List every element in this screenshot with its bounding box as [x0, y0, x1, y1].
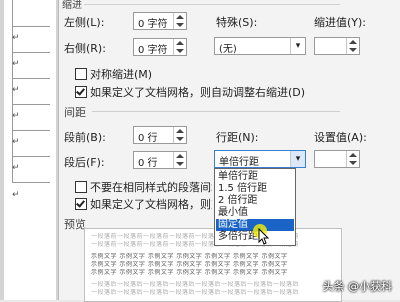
paragraph-mark-icon: ↵	[12, 59, 20, 69]
spinner-arrows[interactable]	[346, 38, 359, 54]
spinner-arrows[interactable]	[173, 152, 186, 168]
arrow-down-icon	[176, 23, 184, 27]
left-indent-spinner[interactable]: 0 字符	[133, 12, 187, 30]
line-spacing-label: 行距(N):	[216, 131, 259, 144]
special-indent-value: (无)	[219, 44, 237, 55]
preview-sample-text: 示例文字 示例文字 示例文字 示例文字 示例文字 示例文字 示例文字	[91, 253, 288, 260]
table-line	[12, 78, 50, 79]
arrow-down-icon	[349, 161, 357, 165]
mirror-indents-label: 对称缩进(M)	[90, 68, 153, 81]
no-space-checkbox[interactable]	[75, 181, 87, 193]
line-spacing-option[interactable]: 1.5 倍行距	[216, 183, 294, 195]
special-indent-select[interactable]: (无) ▾	[214, 37, 306, 55]
space-before-value: 0 行	[138, 133, 158, 144]
table-line	[12, 182, 50, 183]
arrow-up-icon	[349, 153, 357, 157]
right-indent-spinner[interactable]: 0 字符	[133, 38, 187, 56]
preview-previous-paragraph: 一段落前一段落前一段落前一段落前一段落前一段落前一段落前一段落前	[91, 241, 300, 248]
spacing-at-spinner[interactable]	[314, 150, 360, 168]
table-line	[12, 52, 50, 53]
spinner-arrows[interactable]	[173, 13, 186, 29]
line-spacing-option[interactable]: 最小值	[216, 207, 294, 219]
left-indent-value: 0 字符	[138, 19, 168, 30]
chevron-down-icon[interactable]: ▾	[290, 151, 305, 167]
preview-sample-text: 示例文字 示例文字 示例文字 示例文字 示例文字 示例文字 示例文字	[91, 261, 288, 268]
no-space-label: 不要在相同样式的段落间增加	[90, 181, 212, 194]
mouse-cursor-icon	[253, 224, 270, 245]
arrow-up-icon	[176, 15, 184, 19]
chevron-down-icon[interactable]: ▾	[290, 38, 305, 54]
spinner-arrows[interactable]	[346, 151, 359, 167]
preview-section-title: 预览	[64, 218, 86, 231]
space-before-spinner[interactable]: 0 行	[133, 126, 187, 144]
auto-adjust-checkbox[interactable]	[75, 86, 87, 98]
arrow-down-icon	[176, 49, 184, 53]
preview-next-paragraph: 一段落后一段落后一段落后一段落后一段落后一段落后一段落后一段落后	[91, 289, 300, 296]
snap-grid-label: 如果定义了文档网格，则对齐	[90, 198, 212, 211]
document-background: ↵ ↵ ↵ ↵ ↵ ↵ ↵	[0, 0, 62, 300]
paragraph-mark-icon: ↵	[12, 33, 20, 43]
auto-adjust-label: 如果定义了文档网格，则自动调整右缩进(D)	[90, 86, 306, 99]
mirror-indents-checkbox[interactable]	[75, 68, 87, 80]
paragraph-mark-icon: ↵	[12, 111, 20, 121]
indent-section-title: 缩进	[62, 0, 82, 11]
arrow-down-icon	[176, 137, 184, 141]
preview-next-paragraph: 一段落后一段落后一段落后一段落后一段落后一段落后一段落后一段落后	[91, 281, 300, 288]
table-line	[12, 156, 50, 157]
preview-sample-text: 示例文字 示例文字 示例文字 示例文字 示例文字 示例文字 示例文字	[91, 269, 288, 276]
spinner-arrows[interactable]	[173, 127, 186, 143]
arrow-up-icon	[176, 41, 184, 45]
paragraph-mark-icon: ↵	[12, 85, 20, 95]
right-indent-value: 0 字符	[138, 45, 168, 56]
table-line	[12, 104, 50, 105]
paragraph-mark-icon: ↵	[12, 163, 20, 173]
spacing-section-title: 间距	[64, 106, 86, 119]
arrow-up-icon	[176, 154, 184, 158]
arrow-down-icon	[349, 48, 357, 52]
table-line	[12, 130, 50, 131]
document-page: ↵ ↵ ↵ ↵ ↵ ↵ ↵	[4, 0, 56, 300]
indent-by-spinner[interactable]	[314, 37, 360, 55]
line-spacing-option[interactable]: 单倍行距	[216, 171, 294, 183]
watermark: 头条 @小获科	[322, 280, 393, 293]
space-before-label: 段前(B):	[64, 131, 106, 144]
snap-grid-checkbox[interactable]	[75, 198, 87, 210]
spinner-arrows[interactable]	[173, 39, 186, 55]
arrow-down-icon	[176, 162, 184, 166]
paragraph-mark-icon: ↵	[12, 190, 20, 200]
arrow-up-icon	[176, 129, 184, 133]
space-after-value: 0 行	[138, 158, 158, 169]
right-indent-label: 右侧(R):	[64, 42, 106, 55]
special-indent-label: 特殊(S):	[216, 16, 258, 29]
space-after-spinner[interactable]: 0 行	[133, 151, 187, 169]
indent-by-label: 缩进值(Y):	[314, 16, 367, 29]
section-divider	[84, 4, 340, 5]
preview-previous-paragraph: 一段落前一段落前一段落前一段落前一段落前一段落前一段落前一段落前	[91, 233, 300, 240]
space-after-label: 段后(F):	[64, 156, 105, 169]
line-spacing-select[interactable]: 单倍行距 ▾	[214, 150, 306, 168]
line-spacing-option[interactable]: 2 倍行距	[216, 195, 294, 207]
arrow-up-icon	[349, 40, 357, 44]
paragraph-mark-icon: ↵	[12, 137, 20, 147]
left-indent-label: 左侧(L):	[64, 16, 105, 29]
line-spacing-value: 单倍行距	[219, 157, 259, 168]
section-divider	[92, 111, 340, 112]
table-line	[12, 26, 50, 27]
spacing-at-label: 设置值(A):	[314, 131, 367, 144]
preview-box: 一段落前一段落前一段落前一段落前一段落前一段落前一段落前一段落前 一段落前一段落…	[84, 228, 342, 302]
